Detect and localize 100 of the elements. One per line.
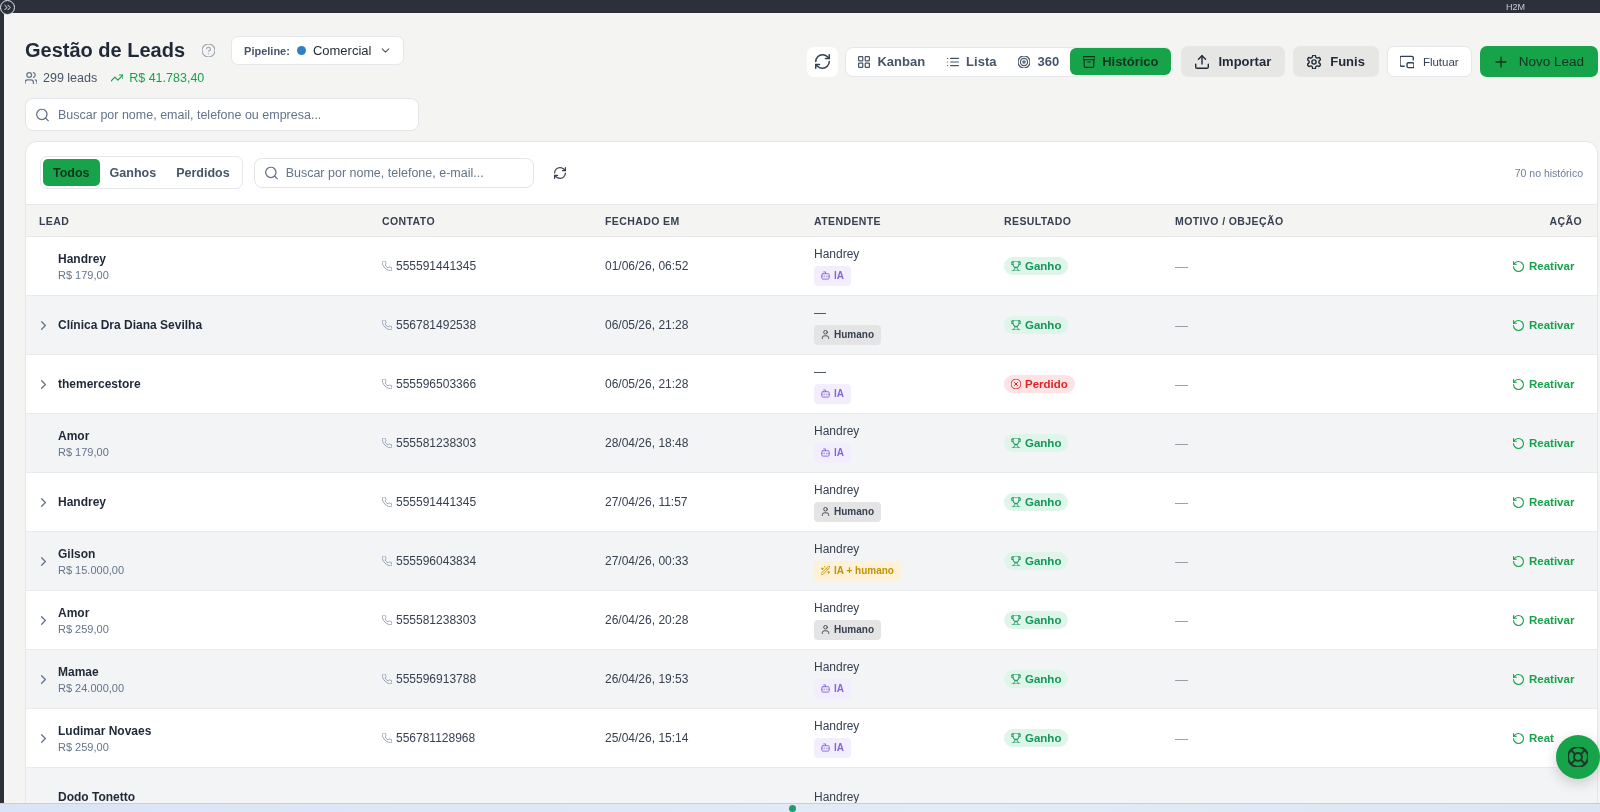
- list-icon: [947, 55, 960, 68]
- reactivate-button[interactable]: Reat: [1506, 729, 1554, 747]
- agent-name: Handrey: [814, 659, 860, 674]
- reason-text: —: [1175, 671, 1188, 687]
- reactivate-button[interactable]: Reativar: [1506, 375, 1575, 393]
- phone-icon: [382, 615, 392, 625]
- lead-name: Clínica Dra Diana Sevilha: [58, 318, 203, 332]
- trophy-icon: [1011, 497, 1021, 507]
- reactivate-button[interactable]: Reativar: [1506, 434, 1575, 452]
- lead-value: R$ 15.000,00: [58, 563, 125, 576]
- lead-name: Handrey: [58, 495, 107, 509]
- agent-type-label: IA: [834, 683, 844, 694]
- view-tab[interactable]: Histórico: [1070, 48, 1172, 75]
- view-tab[interactable]: 360: [1007, 48, 1071, 75]
- search-field[interactable]: Buscar por nome, telefone, e-mail...: [253, 157, 534, 188]
- toolbar-button[interactable]: Flutuar: [1386, 46, 1472, 77]
- trophy-icon: [1011, 615, 1021, 625]
- closed-date: 27/04/26, 00:33: [605, 554, 689, 568]
- refresh-button[interactable]: [807, 46, 839, 77]
- view-tab[interactable]: Lista: [936, 48, 1008, 75]
- chevron-right-icon[interactable]: [41, 733, 46, 743]
- history-count: 70 no histórico: [1514, 166, 1583, 179]
- reason-text: —: [1175, 376, 1188, 392]
- chevron-right-icon[interactable]: [41, 497, 46, 507]
- phone-icon: [382, 674, 392, 684]
- column-header: FECHADO EM: [605, 214, 680, 227]
- column-header: ATENDENTE: [814, 214, 881, 227]
- agent-name: Handrey: [814, 541, 860, 556]
- filter-tab[interactable]: Ganhos: [99, 159, 167, 186]
- result-label: Ganho: [1025, 260, 1062, 272]
- agent-name: —: [814, 305, 826, 320]
- agent-name: Handrey: [814, 718, 860, 733]
- lead-name: Amor: [58, 605, 90, 620]
- agent-type-label: IA: [834, 388, 844, 399]
- lead-name: themercestore: [58, 377, 141, 391]
- lead-name: Handrey: [58, 251, 107, 266]
- chevron-right-icon[interactable]: [41, 674, 46, 684]
- account-label: H2M: [1506, 1, 1525, 13]
- filter-tab[interactable]: Perdidos: [166, 159, 240, 186]
- phone-number: 556781492538: [396, 318, 477, 332]
- toolbar-button[interactable]: Funis: [1293, 46, 1379, 77]
- search-icon: [36, 108, 49, 121]
- settings-icon: [1307, 54, 1322, 69]
- pipeline-dropdown[interactable]: Pipeline: Comercial: [231, 36, 405, 65]
- target-icon: [1018, 55, 1031, 68]
- upload-icon: [1195, 54, 1210, 69]
- reason-text: —: [1175, 553, 1188, 569]
- trend-up-icon: [111, 72, 124, 84]
- agent-name: Handrey: [814, 482, 860, 497]
- reactivate-button[interactable]: Reativar: [1506, 670, 1575, 688]
- archive-icon: [1083, 55, 1096, 68]
- undo-icon: [1513, 732, 1524, 744]
- reactivate-button[interactable]: Reativar: [1506, 316, 1575, 334]
- robot-icon: [821, 389, 830, 398]
- closed-date: 06/05/26, 21:28: [605, 377, 689, 391]
- chevron-right-icon[interactable]: [41, 615, 46, 625]
- closed-date: 26/04/26, 19:53: [605, 672, 689, 686]
- undo-icon: [1513, 319, 1524, 331]
- lead-value: R$ 259,00: [58, 622, 109, 635]
- lead-value: R$ 259,00: [58, 740, 109, 753]
- lead-name: Amor: [58, 428, 90, 443]
- reactivate-button[interactable]: Reativar: [1506, 611, 1575, 629]
- lead-name: Ludimar Novaes: [58, 723, 152, 738]
- chevron-down-icon: [380, 45, 392, 56]
- result-label: Ganho: [1025, 437, 1062, 449]
- reason-text: —: [1175, 494, 1188, 510]
- undo-icon: [1513, 614, 1524, 626]
- trophy-icon: [1011, 261, 1021, 271]
- undo-icon: [1513, 260, 1524, 272]
- robot-icon: [821, 448, 830, 457]
- phone-number: 555596503366: [396, 377, 477, 391]
- column-header: RESULTADO: [1004, 214, 1072, 227]
- search-field[interactable]: Buscar por nome, email, telefone ou empresa...: [25, 98, 419, 131]
- chevron-right-icon[interactable]: [41, 379, 46, 389]
- result-label: Perdido: [1025, 378, 1068, 390]
- reactivate-button[interactable]: Reativar: [1506, 493, 1575, 511]
- app-icon[interactable]: [789, 804, 796, 812]
- closed-date: 27/04/26, 11:57: [605, 495, 688, 509]
- help-icon: [202, 44, 216, 57]
- phone-number: 555581238303: [396, 613, 477, 627]
- reactivate-button[interactable]: Reativar: [1506, 552, 1575, 570]
- person-icon: [821, 507, 830, 516]
- view-tab[interactable]: Kanban: [847, 48, 937, 75]
- filter-tab[interactable]: Todos: [43, 159, 100, 186]
- phone-icon: [382, 497, 392, 507]
- reload-button[interactable]: [551, 164, 568, 181]
- lead-count: 299 leads: [43, 71, 98, 85]
- toolbar-button[interactable]: Novo Lead: [1479, 46, 1598, 77]
- trophy-icon: [1011, 556, 1021, 566]
- trophy-icon: [1011, 438, 1021, 448]
- reactivate-button[interactable]: Reativar: [1506, 257, 1575, 275]
- lead-name: Dodo Tonetto: [58, 790, 136, 803]
- double-chevron-icon: [3, 3, 12, 12]
- toolbar-button[interactable]: Importar: [1181, 46, 1286, 77]
- chevron-right-icon[interactable]: [41, 556, 46, 566]
- plus-icon: [1493, 54, 1508, 69]
- column-header: LEAD: [39, 214, 70, 227]
- phone-icon: [382, 320, 392, 330]
- phone-icon: [382, 379, 392, 389]
- chevron-right-icon[interactable]: [41, 320, 46, 330]
